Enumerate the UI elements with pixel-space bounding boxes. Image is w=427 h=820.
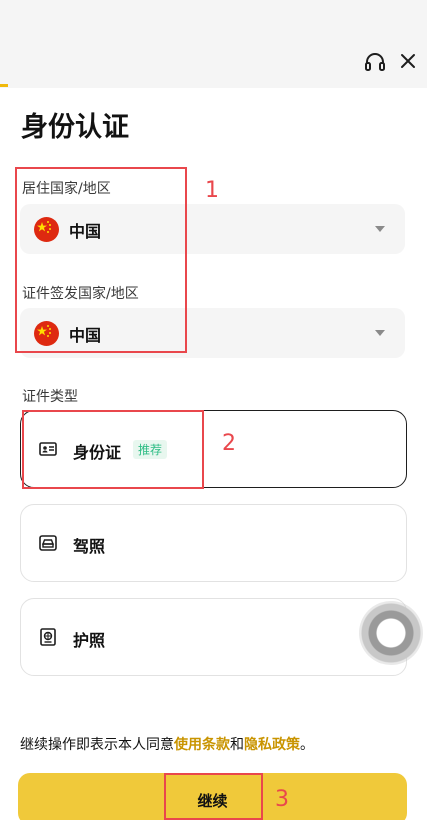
progress-accent xyxy=(0,84,8,87)
doc-type-label: 证件类型 xyxy=(22,389,78,405)
annotation-box-3 xyxy=(164,773,263,820)
chevron-down-icon xyxy=(375,330,385,336)
close-icon[interactable] xyxy=(399,52,417,70)
annotation-box-1 xyxy=(15,167,187,353)
top-bar xyxy=(0,0,427,88)
annotation-box-2 xyxy=(22,410,204,489)
doc-option-passport[interactable]: 护照 xyxy=(20,598,407,676)
consent-conjunction: 和 xyxy=(230,737,244,753)
page-title: 身份认证 xyxy=(21,112,129,143)
consent-text: 继续操作即表示本人同意使用条款和隐私政策。 xyxy=(20,734,314,754)
driver-license-icon xyxy=(39,535,57,551)
headset-icon[interactable] xyxy=(364,52,386,72)
consent-prefix: 继续操作即表示本人同意 xyxy=(20,737,174,753)
chevron-down-icon xyxy=(375,226,385,232)
privacy-link[interactable]: 隐私政策 xyxy=(244,737,300,753)
terms-link[interactable]: 使用条款 xyxy=(174,737,230,753)
doc-option-label: 护照 xyxy=(73,631,106,650)
doc-option-driver-license[interactable]: 驾照 xyxy=(20,504,407,582)
doc-option-label: 驾照 xyxy=(73,537,106,556)
annotation-number-2: 2 xyxy=(222,431,236,456)
consent-suffix: 。 xyxy=(300,737,314,753)
passport-icon xyxy=(40,628,56,646)
floating-assist-button[interactable] xyxy=(359,601,423,665)
annotation-number-1: 1 xyxy=(205,178,219,203)
annotation-number-3: 3 xyxy=(275,787,289,812)
